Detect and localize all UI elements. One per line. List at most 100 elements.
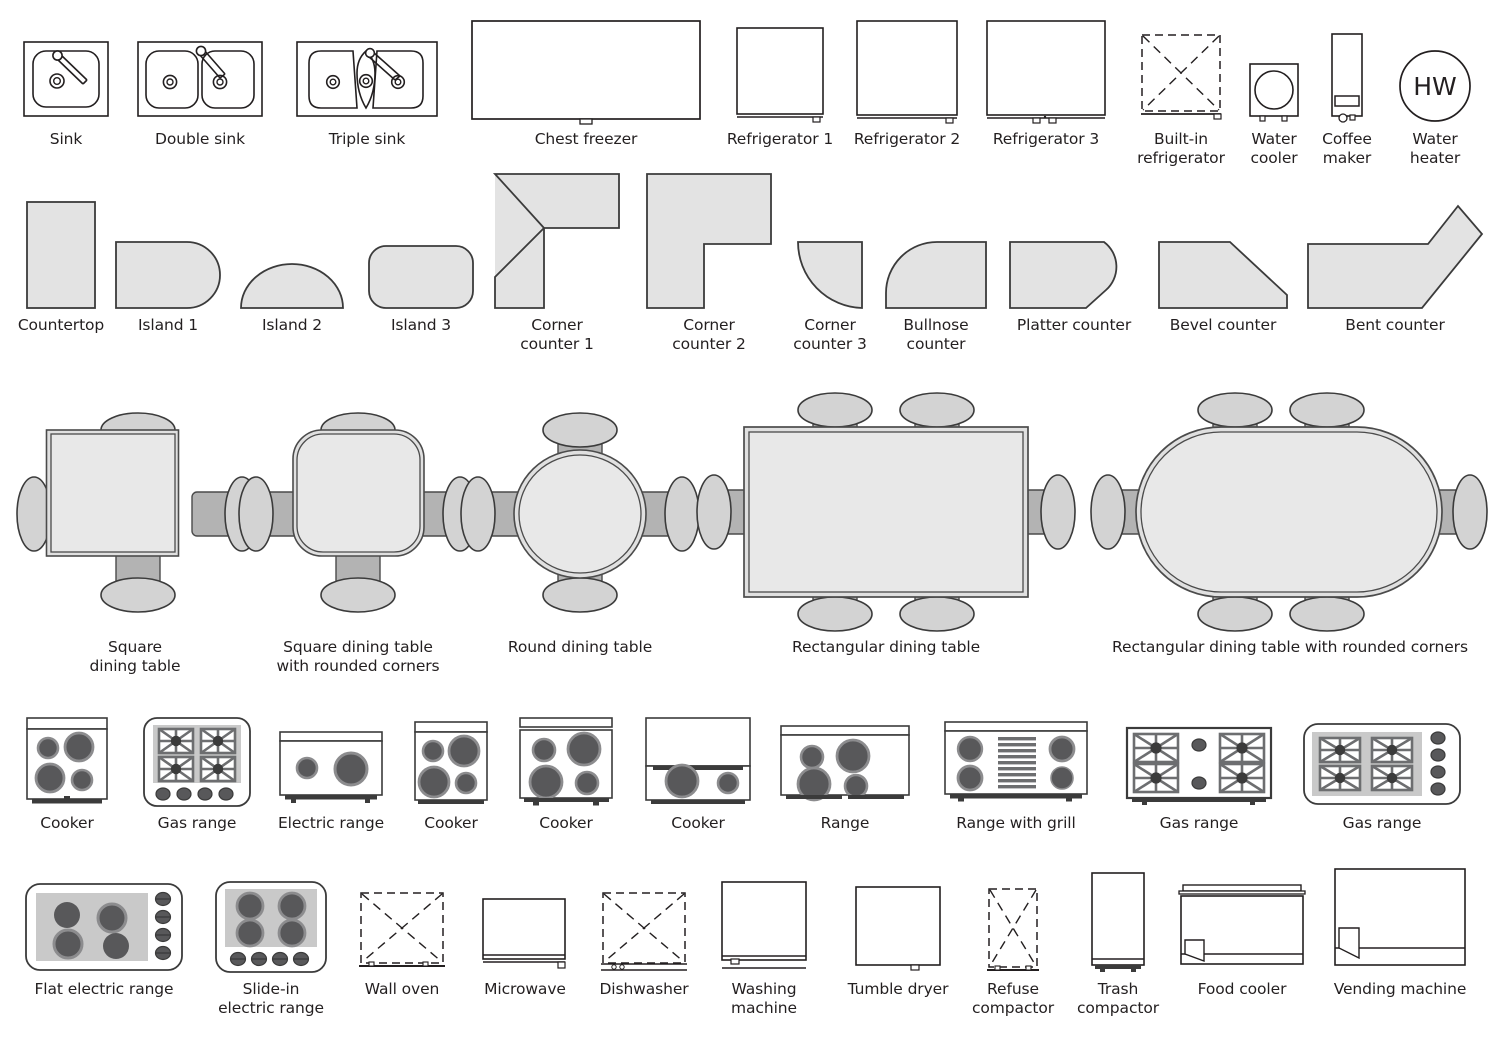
symbol-label: Round dining table xyxy=(507,638,653,656)
symbol-label: Cooker xyxy=(539,814,593,832)
symbol-label: Refrigerator 2 xyxy=(853,130,961,148)
countertop-icon xyxy=(25,170,97,310)
symbol-island-1[interactable]: Island 1 xyxy=(112,170,224,335)
symbol-cooker-2[interactable]: Cooker xyxy=(404,716,498,833)
symbol-label: Water heater xyxy=(1409,130,1461,167)
symbol-range[interactable]: Range xyxy=(775,720,915,833)
tumble-dryer-icon xyxy=(851,880,945,974)
symbol-built-in-refrigerator[interactable]: Built-in refrigerator xyxy=(1128,25,1234,167)
cooker-3-icon xyxy=(517,712,615,808)
trash-compactor-icon xyxy=(1081,866,1155,974)
symbol-label: Rectangular dining table xyxy=(791,638,981,656)
symbol-rectangular-dining-table[interactable]: Rectangular dining table xyxy=(696,386,1076,657)
symbol-label: Island 3 xyxy=(390,316,452,334)
platter-counter-icon xyxy=(1008,164,1140,310)
built-in-refrigerator-icon xyxy=(1136,25,1226,124)
symbol-label: Cooker xyxy=(424,814,478,832)
symbol-square-dining-table-rounded[interactable]: Square dining table with rounded corners xyxy=(238,386,478,675)
symbol-cooker-4[interactable]: Cooker xyxy=(638,712,758,833)
symbol-label: Coffee maker xyxy=(1322,130,1372,167)
symbol-corner-counter-1[interactable]: Corner counter 1 xyxy=(492,164,620,353)
symbol-coffee-maker[interactable]: Coffee maker xyxy=(1312,24,1382,167)
symbol-label: Countertop xyxy=(17,316,105,334)
symbol-trash-compactor[interactable]: Trash compactor xyxy=(1070,866,1166,1017)
corner-counter-2-icon xyxy=(645,164,773,310)
square-dining-table-rounded-icon xyxy=(238,386,478,636)
symbol-slide-in-electric-range[interactable]: Slide-in electric range xyxy=(208,876,334,1017)
symbol-label: Trash compactor xyxy=(1077,980,1159,1017)
symbol-tumble-dryer[interactable]: Tumble dryer xyxy=(840,880,956,999)
range-icon xyxy=(778,720,912,808)
corner-counter-3-icon xyxy=(796,164,864,310)
symbol-corner-counter-2[interactable]: Corner counter 2 xyxy=(645,164,773,353)
symbol-double-sink[interactable]: Double sink xyxy=(132,24,268,149)
symbol-round-dining-table[interactable]: Round dining table xyxy=(460,386,700,657)
symbol-label: Rectangular dining table with rounded co… xyxy=(1112,638,1468,656)
triple-sink-icon xyxy=(295,24,439,124)
symbol-wall-oven[interactable]: Wall oven xyxy=(350,886,454,999)
microwave-icon xyxy=(480,892,570,974)
symbol-island-2[interactable]: Island 2 xyxy=(237,170,347,335)
symbol-microwave[interactable]: Microwave xyxy=(472,892,578,999)
double-sink-icon xyxy=(136,24,264,124)
symbol-rectangular-dining-table-rounded[interactable]: Rectangular dining table with rounded co… xyxy=(1085,386,1495,657)
symbol-label: Refrigerator 1 xyxy=(726,130,834,148)
symbol-chest-freezer[interactable]: Chest freezer xyxy=(465,13,707,149)
symbol-gas-range-3[interactable]: Gas range xyxy=(1298,718,1466,833)
symbol-water-cooler[interactable]: Water cooler xyxy=(1238,52,1310,167)
symbol-label: Flat electric range xyxy=(34,980,174,998)
symbol-electric-range[interactable]: Electric range xyxy=(268,726,394,833)
symbol-sink[interactable]: Sink xyxy=(14,24,118,149)
symbol-gas-range-1[interactable]: Gas range xyxy=(138,712,256,833)
symbol-refrigerator-2[interactable]: Refrigerator 2 xyxy=(848,13,966,149)
symbol-bent-counter[interactable]: Bent counter xyxy=(1300,164,1490,335)
symbol-dishwasher[interactable]: Dishwasher xyxy=(592,886,696,999)
symbol-island-3[interactable]: Island 3 xyxy=(365,170,477,335)
symbol-label: Cooker xyxy=(671,814,725,832)
gas-range-1-icon xyxy=(142,712,252,808)
symbol-label: Corner counter 1 xyxy=(520,316,594,353)
symbol-platter-counter[interactable]: Platter counter xyxy=(1002,164,1146,335)
symbol-label: Chest freezer xyxy=(534,130,638,148)
sink-icon xyxy=(22,24,110,124)
symbol-vending-machine[interactable]: Vending machine xyxy=(1316,862,1484,999)
symbol-refrigerator-3[interactable]: Refrigerator 3 xyxy=(984,13,1108,149)
gas-range-3-icon xyxy=(1302,718,1462,808)
symbol-refrigerator-1[interactable]: Refrigerator 1 xyxy=(724,20,836,149)
coffee-maker-icon xyxy=(1323,24,1371,124)
bevel-counter-icon xyxy=(1157,164,1289,310)
symbol-bevel-counter[interactable]: Bevel counter xyxy=(1152,164,1294,335)
symbol-water-heater[interactable]: HW Water heater xyxy=(1390,45,1480,167)
symbol-triple-sink[interactable]: Triple sink xyxy=(293,24,441,149)
symbol-label: Refrigerator 3 xyxy=(992,130,1100,148)
symbol-bullnose-counter[interactable]: Bullnose counter xyxy=(882,164,990,353)
symbol-label: Bevel counter xyxy=(1169,316,1277,334)
symbol-label: Built-in refrigerator xyxy=(1137,130,1225,167)
washing-machine-icon xyxy=(717,876,811,974)
symbol-flat-electric-range[interactable]: Flat electric range xyxy=(14,878,194,999)
refuse-compactor-icon xyxy=(978,882,1048,974)
symbol-cooker-1[interactable]: Cooker xyxy=(8,712,126,833)
symbol-washing-machine[interactable]: Washing machine xyxy=(712,876,816,1017)
vending-machine-icon xyxy=(1330,862,1470,974)
symbol-label: Corner counter 3 xyxy=(793,316,867,353)
symbol-countertop[interactable]: Countertop xyxy=(8,170,114,335)
symbol-gas-range-2[interactable]: Gas range xyxy=(1118,722,1280,833)
island-3-icon xyxy=(367,170,475,310)
refrigerator-2-icon xyxy=(855,13,959,124)
cooker-2-icon xyxy=(411,716,491,808)
square-dining-table-icon xyxy=(10,386,260,636)
bullnose-counter-icon xyxy=(884,164,988,310)
flat-electric-range-icon xyxy=(24,878,184,974)
symbol-food-cooler[interactable]: Food cooler xyxy=(1172,878,1312,999)
symbol-range-with-grill[interactable]: Range with grill xyxy=(935,716,1097,833)
food-cooler-icon xyxy=(1176,878,1308,974)
symbol-label: Island 1 xyxy=(137,316,199,334)
symbol-cooker-3[interactable]: Cooker xyxy=(508,712,624,833)
water-cooler-icon xyxy=(1246,52,1302,124)
symbol-refuse-compactor[interactable]: Refuse compactor xyxy=(964,882,1062,1017)
symbol-square-dining-table[interactable]: Square dining table xyxy=(5,386,265,675)
symbol-label: Slide-in electric range xyxy=(218,980,324,1017)
symbol-label: Double sink xyxy=(155,130,245,148)
symbol-corner-counter-3[interactable]: Corner counter 3 xyxy=(789,164,871,353)
